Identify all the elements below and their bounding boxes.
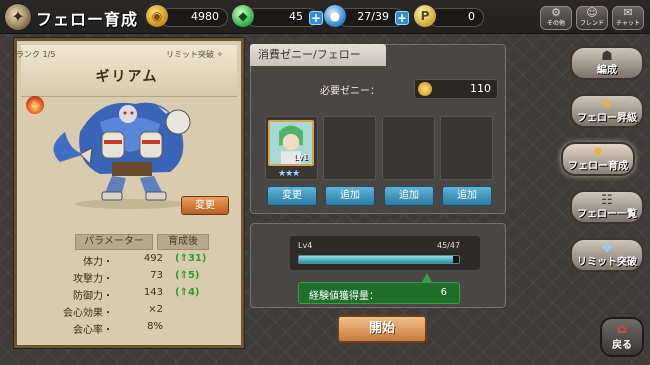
fodder-rarity-stars: ★★★ (278, 169, 300, 179)
stat-label-crit-rate: 会心率・ (73, 325, 113, 336)
stat-label-hp: 体力・ (83, 257, 113, 268)
fodder-slot-2[interactable] (323, 116, 376, 180)
fodder-slot-3[interactable] (382, 116, 435, 180)
stat-value-attack: 73 (150, 270, 163, 281)
fodder-slot-4[interactable] (440, 116, 493, 180)
fodder-panel-title: 消費ゼニー/フェロー (250, 44, 386, 66)
stat-label-attack: 攻撃力・ (73, 274, 113, 285)
after-header: 育成後 (157, 234, 209, 250)
exp-pointer (422, 273, 432, 282)
fodder-level: Lv1 (294, 153, 309, 162)
nav-fellow-list-button[interactable]: ☷ フェロー一覧 (570, 190, 644, 224)
exp-gain-value: 6 (440, 287, 447, 298)
p-ticket-counter: 0 (428, 8, 484, 27)
friends-icon: ☺ (586, 6, 598, 19)
slot-4-add-button[interactable]: 追加 (442, 186, 492, 206)
start-button[interactable]: 開始 (337, 315, 427, 343)
fellow-training-icon: ✦ (4, 3, 32, 31)
back-button[interactable]: ⌂ 戻る (600, 317, 644, 357)
back-arrow-icon: ⌂ (616, 321, 628, 337)
level-label: Lv4 (298, 241, 313, 250)
p-ticket-icon: P (414, 5, 436, 27)
nav-formation-button[interactable]: ☗ 編成 (570, 46, 644, 80)
chat-icon: ✉ (623, 6, 633, 19)
zeny-coin-icon (418, 82, 432, 96)
add-stamina-button[interactable]: + (395, 11, 409, 25)
required-zeny-box: 110 (414, 79, 498, 99)
crystal-counter: 45 + (246, 8, 323, 27)
required-zeny-value: 110 (470, 82, 491, 95)
character-name: ギリアム (95, 69, 159, 85)
fellow-list-icon: ☷ (601, 193, 613, 208)
slot-1-change-button[interactable]: 変更 (267, 186, 317, 206)
stat-label-crit-effect: 会心効果・ (63, 308, 113, 319)
stats-table: パラメーター 育成後 体力・ 492 (⇑31) 攻撃力・ 73 (⇑5) 防御… (17, 222, 241, 345)
chat-button[interactable]: ✉ チャット (612, 6, 644, 30)
limit-break-label: リミット突破 ✧ (166, 50, 224, 59)
stat-value-crit-effect: ×2 (148, 304, 163, 315)
gold-counter: 4980 (160, 8, 228, 27)
p-ticket-value: 0 (468, 10, 475, 23)
nav-fellow-upgrade-button[interactable]: ♛ フェロー昇級 (570, 94, 644, 128)
nav-limit-break-button[interactable]: ❖ リミット突破 (570, 238, 644, 272)
limit-break-icon: ❖ (601, 241, 613, 256)
stamina-value: 27/39 (357, 10, 389, 23)
slot-2-add-button[interactable]: 追加 (325, 186, 375, 206)
exp-count: 45/47 (437, 241, 461, 250)
page-title: フェロー育成 (36, 10, 139, 29)
gold-value: 4980 (191, 10, 219, 23)
required-zeny-label: 必要ゼニー： (320, 86, 380, 97)
param-header: パラメーター (75, 234, 153, 250)
stamina-counter: 27/39 + (338, 8, 409, 27)
exp-progress-bar (298, 255, 460, 264)
gear-icon: ⚙ (551, 6, 561, 19)
gold-coins-icon: ◉ (146, 5, 168, 27)
exp-gain-label: 経験値獲得量： (309, 291, 379, 302)
slot-3-add-button[interactable]: 追加 (384, 186, 434, 206)
add-crystal-button[interactable]: + (309, 11, 323, 25)
character-portrait (53, 102, 191, 209)
friends-button[interactable]: ☺ フレンド (576, 6, 608, 30)
stat-label-defense: 防御力・ (73, 291, 113, 302)
exp-progress-fill (299, 256, 453, 263)
exp-gain-box: 経験値獲得量： 6 (298, 282, 460, 304)
change-character-button[interactable]: 変更 (181, 196, 229, 215)
stat-gain-attack: (⇑5) (175, 270, 200, 281)
other-menu-button[interactable]: ⚙ その他 (540, 6, 572, 30)
stat-value-defense: 143 (143, 287, 163, 298)
fellow-train-icon: ✸ (592, 145, 604, 160)
formation-icon: ☗ (601, 49, 613, 64)
crystal-value: 45 (289, 10, 303, 23)
stat-gain-hp: (⇑31) (175, 253, 207, 264)
fellow-upgrade-icon: ♛ (601, 97, 613, 112)
stat-gain-defense: (⇑4) (175, 287, 200, 298)
rank-label: ランク 1/5 (16, 50, 56, 59)
stat-value-hp: 492 (143, 253, 163, 264)
green-crystal-icon: ◆ (232, 5, 254, 27)
nav-fellow-train-button[interactable]: ✸ フェロー育成 (561, 142, 635, 176)
blue-orb-icon: ● (324, 5, 346, 27)
stat-value-crit-rate: 8% (147, 321, 163, 332)
